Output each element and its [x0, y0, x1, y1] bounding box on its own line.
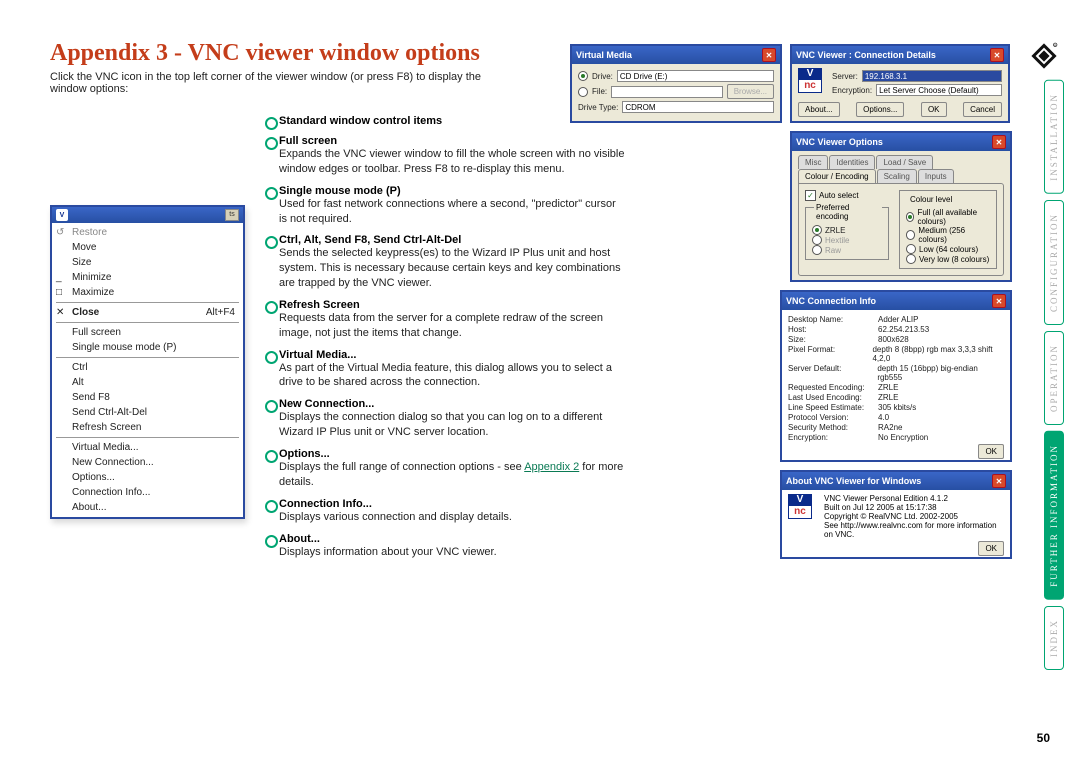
- tab[interactable]: Identities: [829, 155, 875, 169]
- colour-radio[interactable]: Full (all available colours): [906, 208, 990, 226]
- options-button[interactable]: Options...: [856, 102, 904, 117]
- menu-item[interactable]: Alt: [52, 375, 243, 390]
- info-row: Pixel Format:depth 8 (8bpp) rgb max 3,3,…: [788, 345, 1004, 363]
- tab[interactable]: Load / Save: [876, 155, 933, 169]
- menu-item[interactable]: □Maximize: [52, 285, 243, 300]
- vnc-context-menu: V ts ↺RestoreMoveSize_Minimize□Maximize ✕…: [50, 205, 245, 519]
- menu-item[interactable]: Move: [52, 240, 243, 255]
- menu-item[interactable]: ↺Restore: [52, 225, 243, 240]
- encryption-select[interactable]: Let Server Choose (Default): [876, 84, 1002, 96]
- file-radio[interactable]: [578, 87, 588, 97]
- vnc-logo-icon: Vnc: [788, 494, 812, 518]
- browse-button[interactable]: Browse...: [727, 84, 774, 99]
- menu-item[interactable]: Size: [52, 255, 243, 270]
- menu-item[interactable]: New Connection...: [52, 455, 243, 470]
- info-row: Desktop Name:Adder ALIP: [788, 315, 1004, 324]
- ts-badge: ts: [225, 209, 239, 221]
- side-nav: INSTALLATION CONFIGURATION OPERATION FURTHE…: [1044, 80, 1064, 676]
- connection-details-dialog: VNC Viewer : Connection Details✕ Vnc Ser…: [790, 44, 1010, 123]
- encoding-radio[interactable]: Hextile: [812, 235, 882, 245]
- info-row: Security Method:RA2ne: [788, 423, 1004, 432]
- tab[interactable]: Colour / Encoding: [798, 169, 876, 183]
- vnc-icon: V: [56, 209, 68, 221]
- info-row: Encryption:No Encryption: [788, 433, 1004, 442]
- intro-text: Click the VNC icon in the top left corne…: [50, 71, 510, 95]
- encoding-radio[interactable]: ZRLE: [812, 225, 882, 235]
- colour-radio[interactable]: Very low (8 colours): [906, 254, 990, 264]
- info-row: Size:800x628: [788, 335, 1004, 344]
- info-row: Server Default:depth 15 (16bpp) big-endi…: [788, 364, 1004, 382]
- about-dialog: About VNC Viewer for Windows✕ Vnc VNC Vi…: [780, 470, 1012, 559]
- drive-type-select[interactable]: CDROM: [622, 101, 774, 113]
- menu-item[interactable]: Single mouse mode (P): [52, 340, 243, 355]
- menu-item[interactable]: Full screen: [52, 325, 243, 340]
- menu-item[interactable]: ✕CloseAlt+F4: [52, 305, 243, 320]
- svg-text:R: R: [1054, 44, 1056, 48]
- options-tabs-bottom: Colour / EncodingScalingInputs: [798, 169, 1004, 183]
- sidenav-tab[interactable]: INDEX: [1044, 606, 1064, 670]
- server-input[interactable]: 192.168.3.1: [862, 70, 1002, 82]
- menu-item[interactable]: About...: [52, 500, 243, 515]
- colour-radio[interactable]: Medium (256 colours): [906, 226, 990, 244]
- tab[interactable]: Scaling: [877, 169, 917, 183]
- info-row: Host:62.254.213.53: [788, 325, 1004, 334]
- ok-button[interactable]: OK: [921, 102, 947, 117]
- info-row: Requested Encoding:ZRLE: [788, 383, 1004, 392]
- page: R Appendix 3 - VNC viewer window options…: [0, 0, 1080, 763]
- close-icon[interactable]: ✕: [762, 48, 776, 62]
- close-icon[interactable]: ✕: [992, 135, 1006, 149]
- menu-item[interactable]: Ctrl: [52, 360, 243, 375]
- connection-info-dialog: VNC Connection Info ✕ Desktop Name:Adder …: [780, 290, 1012, 462]
- brand-logo: R: [1030, 42, 1058, 70]
- virtual-media-title: Virtual Media: [576, 50, 632, 60]
- encoding-radio[interactable]: Raw: [812, 245, 882, 255]
- drive-select[interactable]: CD Drive (E:): [617, 70, 774, 82]
- about-button[interactable]: About...: [798, 102, 840, 117]
- context-menu-titlebar: V ts: [52, 207, 243, 223]
- info-row: Line Speed Estimate:305 kbits/s: [788, 403, 1004, 412]
- info-row: Protocol Version:4.0: [788, 413, 1004, 422]
- options-tabs-top: MiscIdentitiesLoad / Save: [798, 155, 1004, 169]
- colour-radio[interactable]: Low (64 colours): [906, 244, 990, 254]
- options-title: VNC Viewer Options: [796, 137, 883, 147]
- vnc-options-dialog: VNC Viewer Options ✕ MiscIdentitiesLoad /…: [790, 131, 1012, 282]
- ok-button[interactable]: OK: [978, 444, 1004, 459]
- menu-item[interactable]: Send F8: [52, 390, 243, 405]
- context-menu-column: V ts ↺RestoreMoveSize_Minimize□Maximize ✕…: [50, 115, 245, 567]
- menu-item[interactable]: Refresh Screen: [52, 420, 243, 435]
- page-number: 50: [1037, 731, 1050, 745]
- auto-select-checkbox[interactable]: ✓Auto select: [805, 190, 889, 201]
- ok-button[interactable]: OK: [978, 541, 1004, 556]
- file-input[interactable]: [611, 86, 723, 98]
- drive-radio[interactable]: [578, 71, 588, 81]
- info-row: Last Used Encoding:ZRLE: [788, 393, 1004, 402]
- about-title: About VNC Viewer for Windows: [786, 476, 921, 486]
- menu-item[interactable]: Options...: [52, 470, 243, 485]
- sidenav-tab[interactable]: OPERATION: [1044, 331, 1064, 425]
- close-icon[interactable]: ✕: [992, 474, 1006, 488]
- menu-item[interactable]: _Minimize: [52, 270, 243, 285]
- cancel-button[interactable]: Cancel: [963, 102, 1002, 117]
- menu-item[interactable]: Connection Info...: [52, 485, 243, 500]
- dialogs-column: Virtual Media✕ Drive:CD Drive (E:) File:…: [570, 44, 1010, 567]
- sidenav-tab[interactable]: FURTHER INFORMATION: [1044, 431, 1064, 600]
- sidenav-tab[interactable]: CONFIGURATION: [1044, 200, 1064, 325]
- menu-item[interactable]: Virtual Media...: [52, 440, 243, 455]
- virtual-media-dialog: Virtual Media✕ Drive:CD Drive (E:) File:…: [570, 44, 782, 123]
- tab[interactable]: Inputs: [918, 169, 954, 183]
- menu-item[interactable]: Send Ctrl-Alt-Del: [52, 405, 243, 420]
- vnc-logo-icon: Vnc: [798, 68, 822, 92]
- tab[interactable]: Misc: [798, 155, 828, 169]
- conn-info-title: VNC Connection Info: [786, 296, 876, 306]
- close-icon[interactable]: ✕: [990, 48, 1004, 62]
- conn-details-title: VNC Viewer : Connection Details: [796, 50, 936, 60]
- context-menu-list: ↺RestoreMoveSize_Minimize□Maximize ✕Close…: [52, 223, 243, 517]
- close-icon[interactable]: ✕: [992, 294, 1006, 308]
- sidenav-tab[interactable]: INSTALLATION: [1044, 80, 1064, 194]
